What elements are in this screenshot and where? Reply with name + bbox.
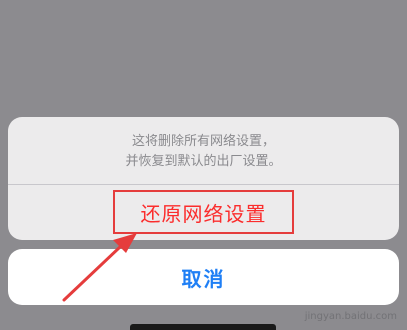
message-line-1: 这将删除所有网络设置， [131, 133, 275, 149]
home-indicator [130, 324, 276, 330]
action-sheet: 这将删除所有网络设置， 并恢复到默认的出厂设置。 还原网络设置 [8, 117, 399, 240]
sheet-message: 这将删除所有网络设置， 并恢复到默认的出厂设置。 [8, 117, 399, 184]
message-line-2: 并恢复到默认的出厂设置。 [125, 153, 282, 169]
cancel-button[interactable]: 取消 [8, 249, 399, 305]
reset-network-settings-button[interactable]: 还原网络设置 [8, 185, 399, 240]
